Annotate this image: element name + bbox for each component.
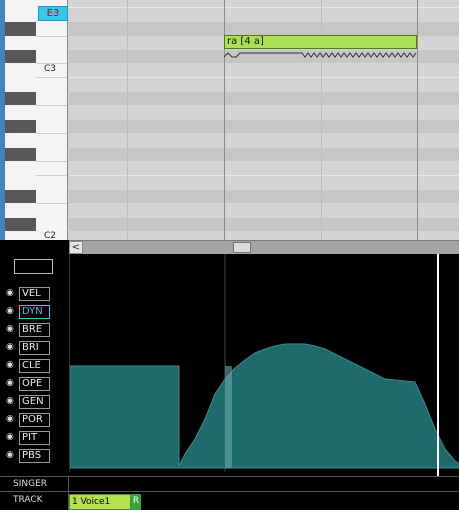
key-label-c2: C2 <box>44 231 57 240</box>
highlighted-key-label: E3 <box>38 6 68 21</box>
param-row-pit[interactable]: ◉ PIT <box>6 431 66 446</box>
param-row-dyn[interactable]: ◉ DYN <box>6 305 66 320</box>
param-ope-button[interactable]: OPE <box>19 377 50 391</box>
key-separator <box>36 36 67 37</box>
black-key[interactable] <box>5 22 36 36</box>
param-dyn-button[interactable]: DYN <box>19 305 50 319</box>
divider <box>68 477 69 492</box>
black-key[interactable] <box>5 92 36 105</box>
key-separator <box>36 77 67 78</box>
param-pbs-button[interactable]: PBS <box>19 449 50 463</box>
key-separator <box>36 105 67 106</box>
eye-icon[interactable]: ◉ <box>6 378 17 389</box>
eye-icon[interactable]: ◉ <box>6 360 17 371</box>
note-block[interactable]: ra [4 a] <box>224 35 417 49</box>
black-key[interactable] <box>5 190 36 203</box>
param-row-vel[interactable]: ◉ VEL <box>6 287 66 302</box>
dynamics-curve-editor[interactable] <box>69 254 459 472</box>
param-row-cle[interactable]: ◉ CLE <box>6 359 66 374</box>
param-bri-button[interactable]: BRI <box>19 341 50 355</box>
eye-icon[interactable]: ◉ <box>6 432 17 443</box>
note-lyric: ra [4 a] <box>227 36 264 47</box>
piano-keyboard[interactable]: C3 C2 <box>5 0 68 240</box>
param-cle-button[interactable]: CLE <box>19 359 50 373</box>
scroll-thumb[interactable] <box>233 242 251 253</box>
control-parameter-panel: ◉ VEL ◉ DYN ◉ BRE ◉ BRI ◉ CLE ◉ OPE ◉ GE… <box>0 254 69 472</box>
black-key[interactable] <box>5 120 36 133</box>
key-separator <box>36 203 67 204</box>
param-bre-button[interactable]: BRE <box>19 323 50 337</box>
param-pit-button[interactable]: PIT <box>19 431 50 445</box>
eye-icon[interactable]: ◉ <box>6 288 17 299</box>
black-key[interactable] <box>5 50 36 63</box>
eye-icon[interactable]: ◉ <box>6 450 17 461</box>
param-row-ope[interactable]: ◉ OPE <box>6 377 66 392</box>
horizontal-scrollbar[interactable]: < <box>69 240 459 254</box>
black-key[interactable] <box>5 148 36 161</box>
eye-icon[interactable]: ◉ <box>6 324 17 335</box>
eye-icon[interactable]: ◉ <box>6 342 17 353</box>
eye-icon[interactable]: ◉ <box>6 396 17 407</box>
track-tab-voice1[interactable]: 1 Voice1 <box>69 494 131 510</box>
param-row-bre[interactable]: ◉ BRE <box>6 323 66 338</box>
dynamics-curve[interactable] <box>69 343 459 469</box>
param-vel-button[interactable]: VEL <box>19 287 50 301</box>
piano-roll[interactable]: C3 C2 E3 ra [4 a] <box>0 0 459 240</box>
param-row-bri[interactable]: ◉ BRI <box>6 341 66 356</box>
scroll-corner <box>0 240 69 254</box>
beat-line <box>127 0 128 240</box>
black-key[interactable] <box>5 218 36 231</box>
param-row-pbs[interactable]: ◉ PBS <box>6 449 66 464</box>
parameter-value-box[interactable] <box>14 259 53 274</box>
singer-row: SINGER <box>0 476 459 492</box>
track-label: TRACK <box>13 495 43 505</box>
eye-icon[interactable]: ◉ <box>6 306 17 317</box>
bar-line <box>417 0 418 240</box>
track-row: TRACK 1 Voice1 R <box>0 492 459 510</box>
param-por-button[interactable]: POR <box>19 413 50 427</box>
selection-marker <box>225 366 232 468</box>
key-separator <box>36 161 67 162</box>
singer-label: SINGER <box>13 479 48 489</box>
note-grid[interactable]: ra [4 a] <box>69 0 459 240</box>
param-row-gen[interactable]: ◉ GEN <box>6 395 66 410</box>
vibrato-line <box>224 52 417 58</box>
param-row-por[interactable]: ◉ POR <box>6 413 66 428</box>
dynamics-curve-svg[interactable] <box>69 254 459 472</box>
key-separator <box>36 133 67 134</box>
scroll-left-button[interactable]: < <box>69 241 83 254</box>
key-separator <box>36 175 67 176</box>
playhead[interactable] <box>437 254 439 494</box>
eye-icon[interactable]: ◉ <box>6 414 17 425</box>
key-label-c3: C3 <box>44 64 57 74</box>
param-gen-button[interactable]: GEN <box>19 395 50 409</box>
track-render-button[interactable]: R <box>131 494 141 510</box>
